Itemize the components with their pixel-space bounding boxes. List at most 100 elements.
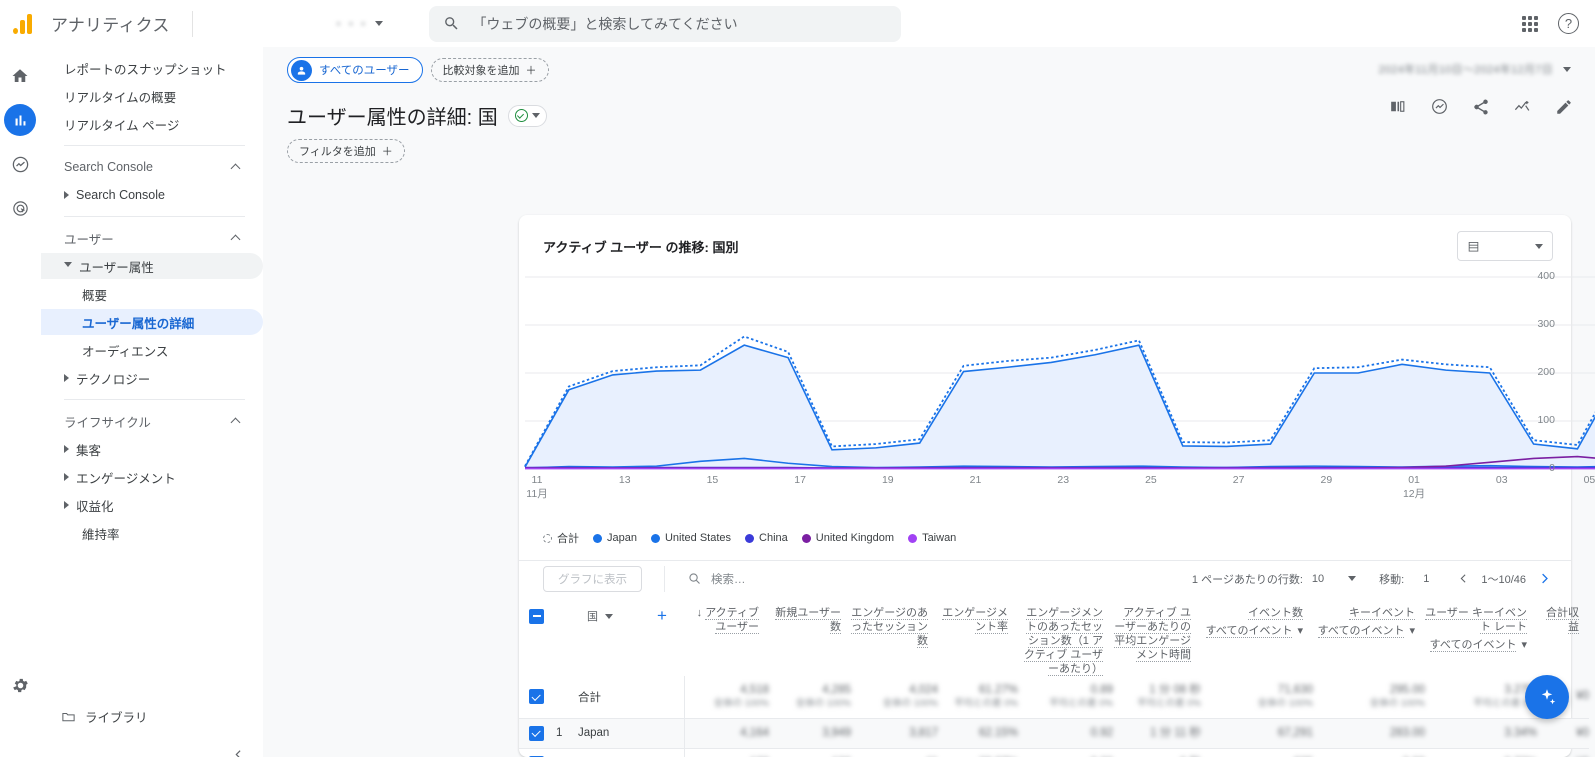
share-icon[interactable] [1472, 98, 1490, 119]
table-header-cell[interactable]: ユーザー キーイベント レートすべてのイベント ▾ [1425, 596, 1537, 676]
trend-icon[interactable] [1513, 97, 1532, 119]
sidebar-item-realtime-overview[interactable]: リアルタイムの概要 [41, 83, 263, 109]
chart-title: アクティブ ユーザー の推移: 国別 [543, 239, 739, 255]
table-row[interactable]: 2United States1381364128.87%0.306 秒8352.… [519, 748, 1589, 757]
sidebar-item-user-attribute-detail[interactable]: ユーザー属性の詳細 [41, 309, 263, 335]
sidebar-item-realtime-pages[interactable]: リアルタイム ページ [41, 111, 263, 137]
table-header-cell[interactable]: ↓ アクティブ ユーザー [684, 596, 769, 676]
x-axis-tick: 15 [706, 474, 719, 486]
table-header-cell[interactable]: 合計収益 [1537, 596, 1589, 676]
granularity-select[interactable] [1457, 231, 1553, 261]
select-all-checkbox[interactable] [529, 608, 544, 624]
date-range-picker[interactable]: 2024年11月10日～2024年12月7日 [1378, 61, 1571, 77]
sidebar-item-technology[interactable]: テクノロジー [41, 365, 263, 391]
account-name: ・・・ [332, 17, 370, 31]
search-input[interactable]: 「ウェブの概要」と検索してみてください [429, 5, 902, 42]
nav-label: レポートのスナップショット [64, 62, 227, 77]
prev-page-button[interactable] [1454, 570, 1472, 588]
add-comparison-button[interactable]: 比較対象を追加 ＋ [430, 58, 549, 82]
column-sublabel[interactable]: すべてのイベント ▾ [1313, 624, 1415, 638]
advertising-icon[interactable] [4, 192, 36, 224]
nav-label: 集客 [76, 443, 102, 458]
sidebar-item-retention[interactable]: 維持率 [41, 520, 263, 546]
add-dimension-button[interactable]: + [657, 606, 667, 626]
legend-item[interactable]: China [745, 532, 788, 544]
table-header-cell[interactable]: エンゲージのあったセッション数 [851, 596, 938, 676]
sidebar-item-acquisition[interactable]: 集客 [41, 436, 263, 462]
home-icon[interactable] [4, 60, 36, 92]
apps-grid-icon[interactable] [1522, 15, 1538, 32]
table-header-cell[interactable]: 新規ユーザー数 [769, 596, 851, 676]
legend-item[interactable]: United States [650, 532, 731, 544]
legend-item[interactable]: Japan [593, 532, 637, 544]
audience-chip-all-users[interactable]: すべてのユーザー [287, 57, 423, 83]
insights-icon[interactable] [1430, 97, 1449, 119]
active-users-trend-chart[interactable]: 0 100 200 300 400 11 11月 13 15 17 19 21 23 25 27 29 01 1… [519, 269, 1595, 527]
table-header-dimension: 国 + [519, 596, 684, 676]
nav-group-lifecycle[interactable]: ライフサイクル [41, 408, 263, 434]
sidebar-item-library[interactable]: ライブラリ [41, 707, 148, 726]
sidebar-item-report-snapshot[interactable]: レポートのスナップショット [41, 55, 263, 81]
table-header-row: 国 + ↓ アクティブ ユーザー 新規ユーザー数 エンゲージのあったセッション数 エンゲー… [519, 596, 1589, 676]
table-cell: 3,817 [851, 718, 938, 748]
plot-rows-label: グラフに表示 [558, 573, 627, 586]
sidebar-item-search-console[interactable]: Search Console [41, 182, 263, 208]
table-header-cell[interactable]: キーイベント すべてのイベント ▾ [1313, 596, 1425, 676]
column-label: ユーザー キーイベント レート [1425, 607, 1527, 634]
table-row[interactable]: 合計 4,518 全体の 100% 4,285 全体の 100% 4,024 全体の 100… [519, 676, 1589, 718]
column-label: アクティブ ユーザーあたりの平均エンゲージメント時間 [1114, 607, 1191, 662]
sidebar-item-engagement[interactable]: エンゲージメント [41, 464, 263, 490]
goto-value[interactable]: 1 [1423, 573, 1429, 585]
table-cell: 283.00 [1313, 718, 1425, 748]
ga-logo[interactable] [0, 13, 47, 34]
rows-per-page-select[interactable]: 10 [1312, 573, 1357, 585]
account-property-picker[interactable]: ・・・ [333, 15, 384, 32]
explore-icon[interactable] [4, 148, 36, 180]
assistant-fab-button[interactable] [1525, 675, 1569, 719]
edit-icon[interactable] [1555, 98, 1573, 119]
row-checkbox[interactable] [529, 689, 544, 705]
settings-gear-icon[interactable] [4, 669, 36, 701]
x-axis-tick: 25 [1145, 474, 1157, 486]
sidebar-item-audience[interactable]: オーディエンス [41, 337, 263, 363]
add-filter-button[interactable]: フィルタを追加 ＋ [287, 139, 405, 163]
table-row[interactable]: 1 Japan 4,164 3,949 3,817 62.15% 0.92 1 分 11 秒 6… [519, 718, 1589, 748]
table-header-cell[interactable]: アクティブ ユーザーあたりの平均エンゲージメント時間 [1113, 596, 1201, 676]
table-cell: 3.34% [1425, 718, 1537, 748]
nav-group-user[interactable]: ユーザー [41, 225, 263, 251]
status-badge[interactable] [507, 104, 547, 127]
legend-item[interactable]: Taiwan [908, 532, 956, 544]
x-axis-tick: 29 [1320, 474, 1333, 486]
column-sublabel[interactable]: すべてのイベント ▾ [1201, 624, 1303, 638]
compare-icon[interactable] [1388, 97, 1407, 119]
collapse-nav-button[interactable] [227, 743, 249, 757]
legend-label: United Kingdom [815, 532, 895, 544]
table-search-input[interactable]: 検索… [664, 565, 746, 592]
search-icon [445, 17, 458, 30]
assistant-sparkle-icon [1541, 689, 1556, 705]
table-header-cell[interactable]: エンゲージメント率 [938, 596, 1018, 676]
row-checkbox[interactable] [529, 725, 544, 741]
x-axis-tick: 23 [1057, 474, 1070, 486]
cell-subvalue: 全体の 100% [1369, 697, 1425, 709]
x-axis-tick: 19 [881, 474, 894, 486]
table-header-cell[interactable]: エンゲージメントのあったセッション数（1 アクティブ ユーザーあたり） [1018, 596, 1113, 676]
chevron-right-icon [1541, 573, 1548, 584]
cell-value: 0.89 [1090, 683, 1113, 696]
reports-icon[interactable] [4, 104, 36, 136]
legend-item[interactable]: United Kingdom [801, 532, 895, 544]
next-page-button[interactable] [1535, 570, 1553, 588]
nav-group-search-console[interactable]: Search Console [41, 154, 263, 180]
sidebar-item-user-attributes[interactable]: ユーザー属性 [41, 253, 263, 279]
plot-rows-button[interactable]: グラフに表示 [543, 565, 642, 592]
legend-item[interactable]: 合計 [543, 530, 579, 546]
sidebar-item-monetization[interactable]: 収益化 [41, 492, 263, 518]
help-icon[interactable]: ? [1558, 13, 1579, 34]
column-sublabel[interactable]: すべてのイベント ▾ [1425, 638, 1527, 652]
table-header-cell[interactable]: イベント数 すべてのイベント ▾ [1201, 596, 1313, 676]
x-axis-tick: 27 [1232, 474, 1245, 486]
sidebar-item-overview[interactable]: 概要 [41, 281, 263, 307]
chevron-down-icon [1535, 243, 1543, 249]
dimension-select[interactable]: 国 [587, 608, 613, 624]
legend-color-dot [650, 533, 660, 543]
